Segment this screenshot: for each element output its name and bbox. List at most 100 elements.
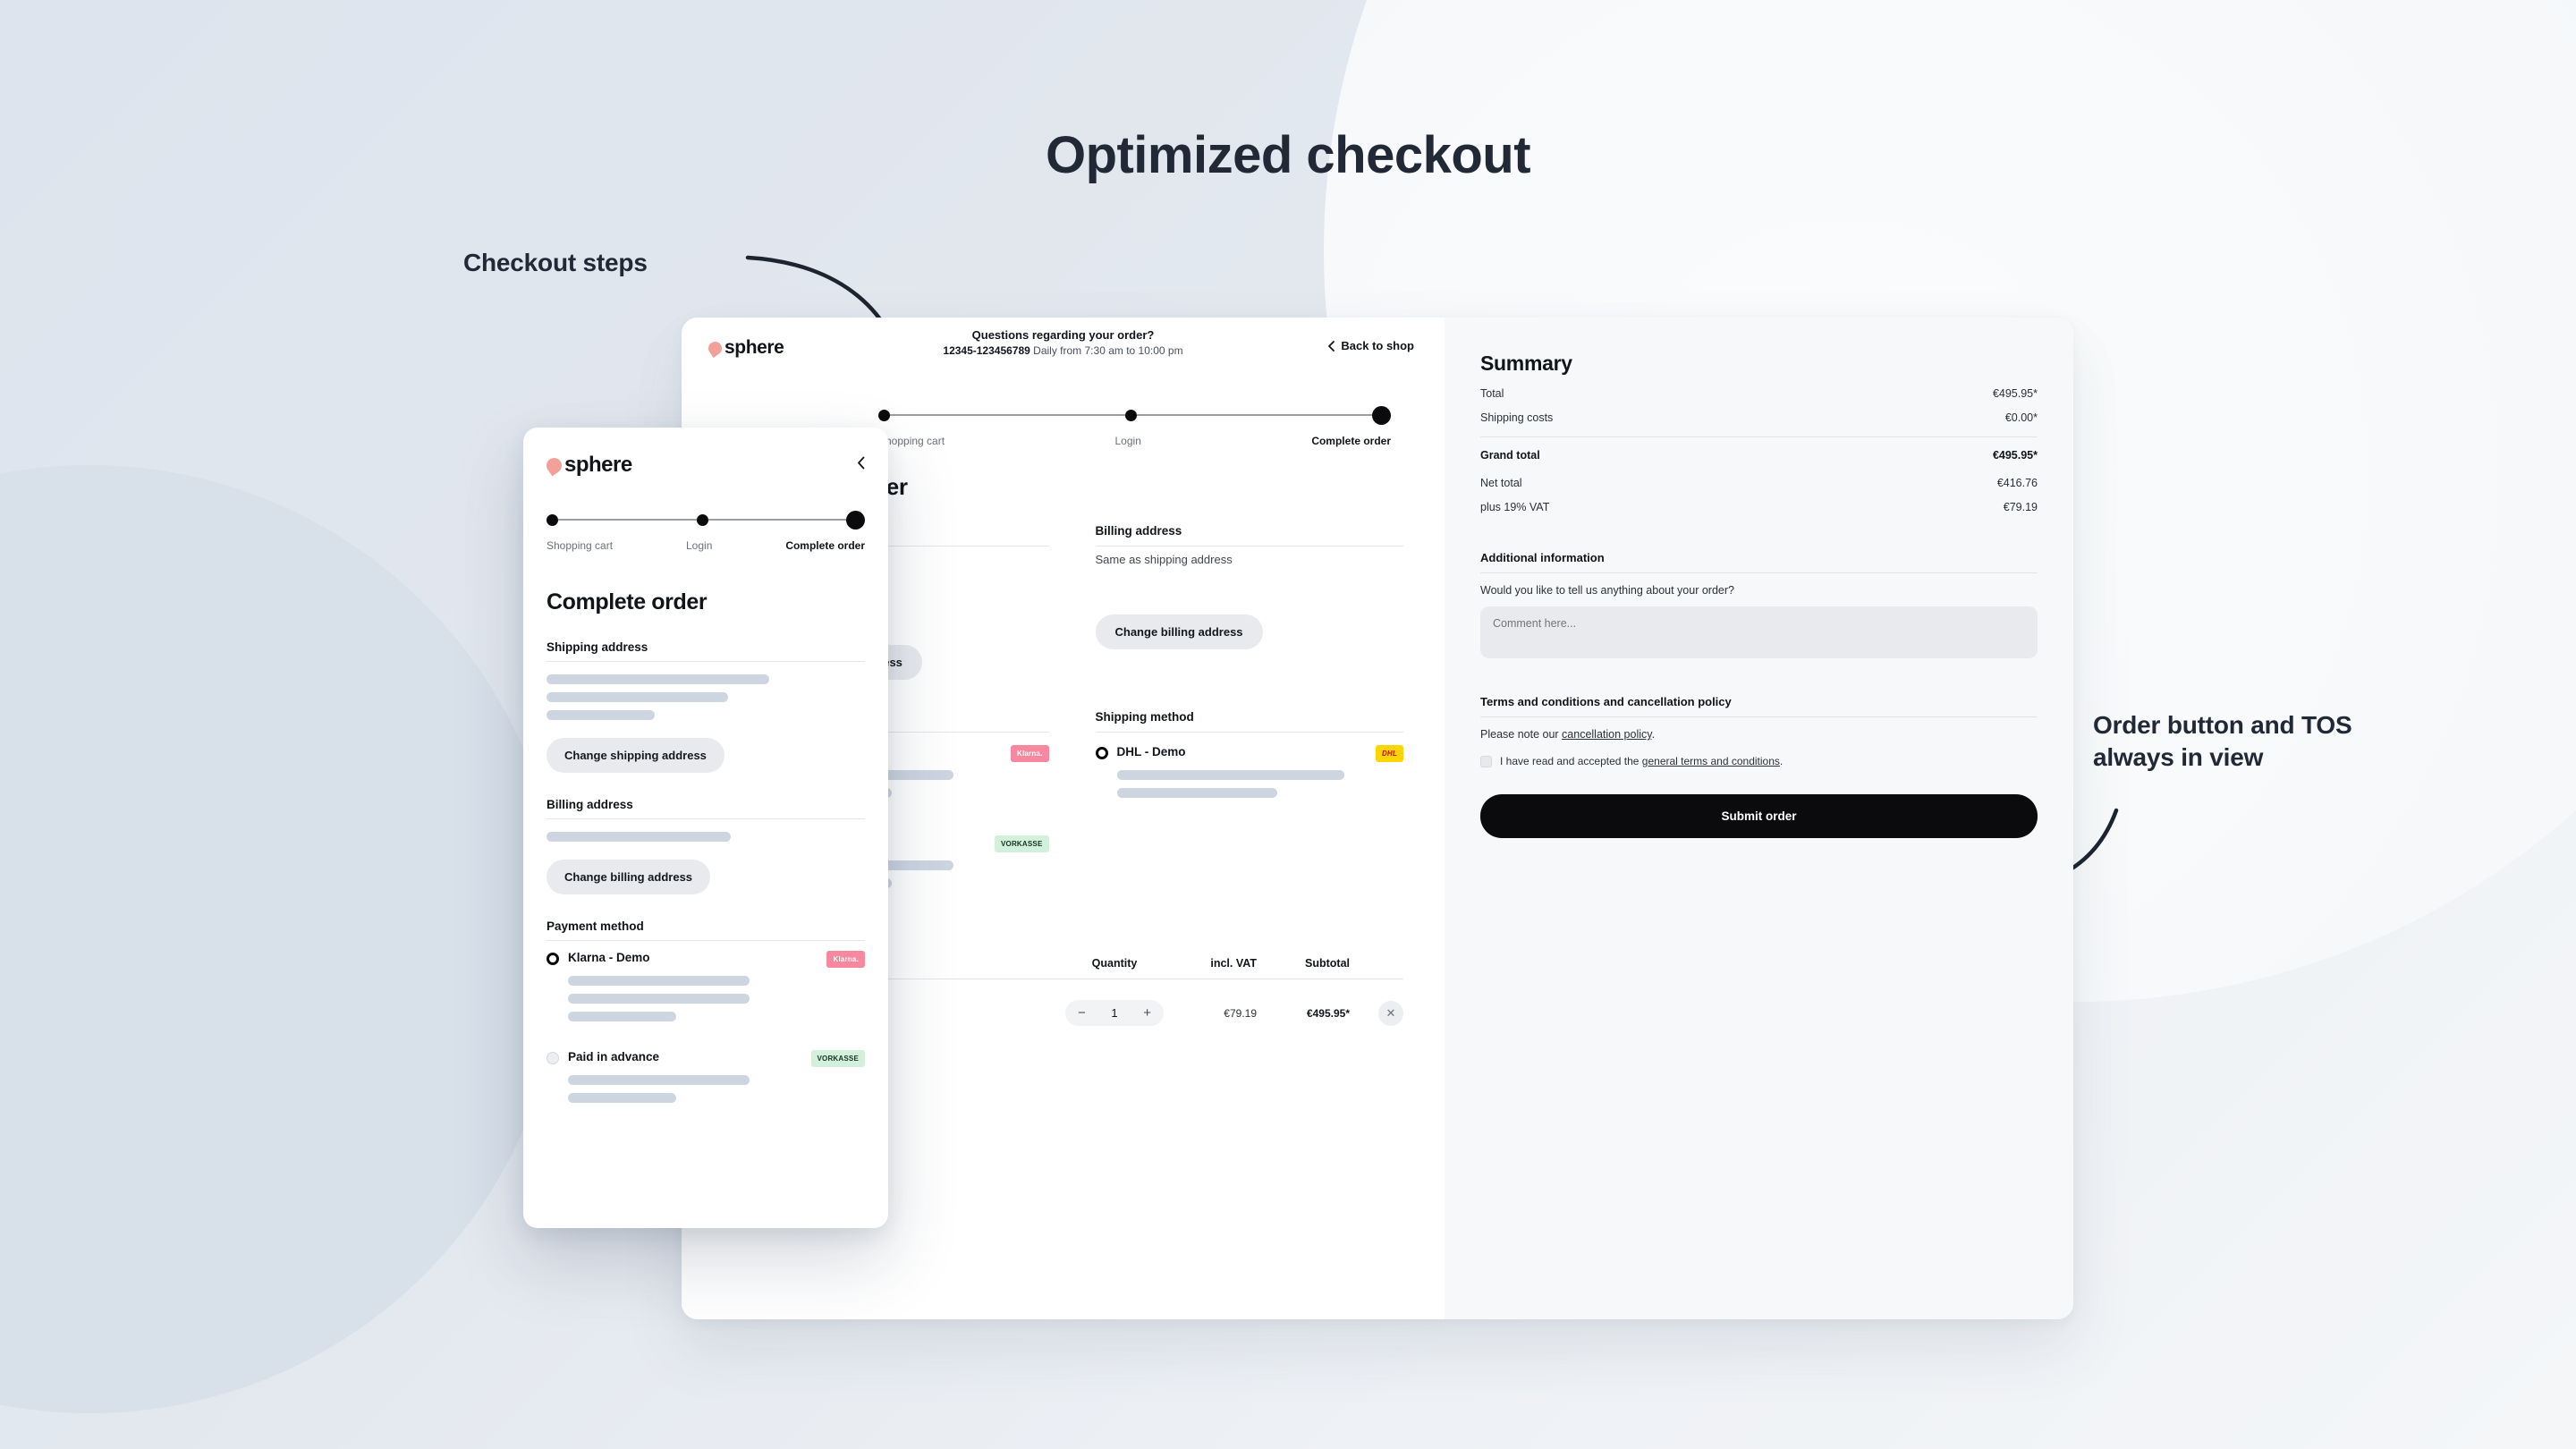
chevron-left-icon [858, 456, 865, 470]
quantity-value: 1 [1111, 1006, 1118, 1020]
column-incl-vat: incl. VAT [1210, 957, 1257, 970]
increase-quantity-button[interactable]: + [1143, 1006, 1151, 1020]
brand-logo[interactable]: sphere [706, 337, 784, 359]
skeleton-bar [568, 1012, 677, 1021]
step-label-login: Login [1114, 435, 1141, 447]
payment-option-label: Klarna - Demo [568, 951, 650, 964]
skeleton-bar [568, 1093, 677, 1103]
skeleton-bar [1116, 788, 1277, 798]
shipping-option-dhl[interactable]: DHL - Demo DHL [1095, 745, 1403, 762]
quantity-cell: − 1 + [1058, 1000, 1171, 1026]
stepper-labels: Shopping cart Login Complete order [878, 435, 1391, 447]
brand-name: sphere [724, 337, 784, 358]
billing-address-text: Same as shipping address [1095, 553, 1233, 566]
payment-option-label: Paid in advance [568, 1050, 660, 1063]
quantity-stepper[interactable]: − 1 + [1065, 1000, 1164, 1026]
terms-label-pre: I have read and accepted the [1500, 755, 1642, 767]
sphere-mark-icon [706, 338, 724, 358]
mobile-payment-heading: Payment method [547, 919, 865, 941]
cancellation-note: Please note our cancellation policy. [1480, 728, 2038, 741]
radio-selected-icon[interactable] [1095, 747, 1108, 759]
shipping-method-heading: Shipping method [1095, 710, 1403, 733]
contact-hours: Daily from 7:30 am to 10:00 pm [1033, 344, 1183, 357]
step-dot-shopping-cart[interactable] [547, 513, 558, 526]
summary-value: €495.95* [1992, 387, 2038, 400]
mobile-back-button[interactable] [857, 456, 865, 474]
step-label-login: Login [686, 539, 713, 552]
mobile-change-billing-address-button[interactable]: Change billing address [547, 860, 711, 894]
skeleton-bar [547, 692, 728, 702]
billing-address-block: Billing address Same as shipping address… [1095, 524, 1403, 680]
summary-panel: Summary Total €495.95* Shipping costs €0… [1445, 318, 2073, 1319]
skeleton-bar [568, 994, 750, 1004]
cancellation-note-post: . [1651, 728, 1656, 741]
submit-order-button[interactable]: Submit order [1480, 794, 2038, 838]
summary-row-shipping: Shipping costs €0.00* [1480, 411, 2038, 424]
change-billing-address-button[interactable]: Change billing address [1095, 614, 1263, 649]
skeleton-bar [547, 710, 656, 720]
vorkasse-badge: VORKASSE [995, 835, 1049, 852]
mobile-stepper: Shopping cart Login Complete order [547, 510, 865, 552]
skeleton-bar [547, 832, 732, 842]
step-dot-complete-order[interactable] [846, 510, 865, 530]
decrease-quantity-button[interactable]: − [1078, 1006, 1086, 1020]
mobile-shipping-heading: Shipping address [547, 640, 865, 662]
comment-input[interactable] [1480, 606, 2038, 658]
top-bar: sphere Questions regarding your order? 1… [682, 318, 1445, 378]
step-dot-shopping-cart[interactable] [878, 409, 890, 421]
mobile-payment-option-klarna[interactable]: Klarna - Demo Klarna. [547, 951, 865, 968]
annotation-order-button-line1: Order button and TOS [2093, 711, 2352, 739]
annotation-order-button-line2: always in view [2093, 742, 2264, 771]
back-to-shop-label: Back to shop [1341, 339, 1414, 352]
grand-total-value: €495.95* [1992, 449, 2038, 462]
summary-row-vat: plus 19% VAT €79.19 [1480, 501, 2038, 513]
mobile-brand-logo[interactable]: sphere [543, 453, 632, 478]
summary-row-total: Total €495.95* [1480, 387, 2038, 400]
additional-information-question: Would you like to tell us anything about… [1480, 584, 1734, 597]
summary-value: €79.19 [2003, 501, 2038, 513]
page-title: Optimized checkout [1045, 126, 1531, 184]
stepper-track [878, 405, 1391, 425]
summary-row-grand-total: Grand total €495.95* [1480, 449, 2038, 462]
dhl-badge: DHL [1375, 745, 1403, 762]
contact-phone: 12345-123456789 [943, 344, 1030, 357]
skeleton-bar [568, 1075, 750, 1085]
close-icon[interactable]: ✕ [1378, 1000, 1403, 1026]
summary-title: Summary [1480, 352, 1572, 375]
step-dot-login[interactable] [1125, 409, 1137, 421]
terms-checkbox-row[interactable]: I have read and accepted the general ter… [1480, 755, 2038, 767]
step-line-2 [708, 519, 846, 521]
summary-label: Net total [1480, 477, 1522, 489]
radio-unselected-icon[interactable] [547, 1052, 559, 1064]
shipping-method-block: Shipping method DHL - Demo DHL [1095, 710, 1403, 888]
terms-heading: Terms and conditions and cancellation po… [1480, 695, 2038, 717]
cancellation-policy-link[interactable]: cancellation policy [1562, 728, 1652, 741]
step-line-1 [890, 414, 1125, 416]
terms-checkbox[interactable] [1480, 755, 1492, 767]
chevron-left-icon [1328, 340, 1335, 352]
vorkasse-badge: VORKASSE [810, 1050, 865, 1067]
step-dot-login[interactable] [696, 513, 708, 526]
shipping-option-label: DHL - Demo [1116, 745, 1186, 758]
annotation-checkout-steps: Checkout steps [463, 249, 648, 276]
mobile-change-shipping-address-button[interactable]: Change shipping address [547, 738, 724, 773]
billing-address-heading: Billing address [1095, 524, 1403, 547]
step-dot-complete-order[interactable] [1372, 405, 1391, 425]
remove-cell: ✕ [1350, 1000, 1403, 1026]
summary-value: €416.76 [1996, 477, 2038, 489]
mobile-checkout-card: sphere Shopping cart Login Complete orde… [523, 428, 888, 1228]
back-to-shop-button[interactable]: Back to shop [1328, 339, 1414, 352]
mobile-stepper-labels: Shopping cart Login Complete order [547, 539, 865, 552]
skeleton-bar [547, 674, 770, 684]
annotation-order-button: Order button and TOS always in view [2093, 709, 2487, 774]
general-terms-link[interactable]: general terms and conditions [1642, 755, 1780, 767]
step-label-shopping-cart: Shopping cart [878, 435, 945, 447]
summary-label: plus 19% VAT [1480, 501, 1550, 513]
mobile-payment-option-paid-in-advance[interactable]: Paid in advance VORKASSE [547, 1050, 865, 1067]
radio-selected-icon[interactable] [547, 953, 559, 965]
summary-row-net-total: Net total €416.76 [1480, 477, 2038, 489]
skeleton-bar [1116, 770, 1345, 780]
step-line-2 [1137, 414, 1372, 416]
skeleton-bar [568, 976, 750, 986]
vat-value: €79.19 [1224, 1006, 1257, 1020]
